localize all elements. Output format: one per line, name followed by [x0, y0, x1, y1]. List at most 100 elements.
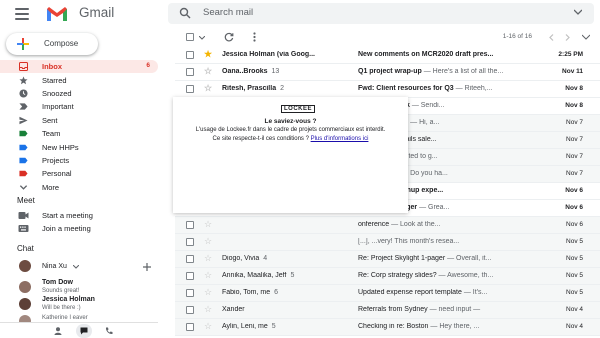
- more-options-icon[interactable]: [253, 32, 256, 42]
- email-sender: Oana..Brooks 13: [222, 68, 342, 75]
- star-icon[interactable]: ☆: [204, 237, 212, 246]
- unread-count: 6: [146, 62, 150, 69]
- lockee-notice-popup: LOCKEE Le saviez-vous ? L'usage de Locke…: [173, 97, 408, 213]
- inbox-icon: [19, 62, 28, 71]
- thread-count: 13: [271, 68, 280, 75]
- chat-title: Chat: [17, 244, 34, 253]
- input-tools-icon[interactable]: [582, 34, 590, 40]
- label-icon: [19, 130, 28, 137]
- email-row[interactable]: ☆ Diogo, Vivia 4 Re: Project Skylight 1-pag…: [175, 251, 600, 268]
- sidebar-item-personal[interactable]: Personal: [0, 167, 158, 180]
- search-input[interactable]: Search mail: [203, 7, 253, 18]
- email-row[interactable]: ☆ Annika, Maalika, Jeff 5 Re: Corp strategy…: [175, 268, 600, 285]
- compose-button[interactable]: Compose: [6, 33, 98, 55]
- thread-count: 2: [280, 85, 284, 92]
- add-chat-icon[interactable]: [143, 263, 151, 271]
- sidebar-item-new-hhps[interactable]: New HHPs: [0, 141, 158, 154]
- chat-contact-status: Sounds great!: [42, 288, 80, 294]
- chevron-down-icon[interactable]: [73, 265, 79, 269]
- star-icon[interactable]: ☆: [204, 322, 212, 331]
- email-row[interactable]: ☆ Fabio, Tom, me 6 Updated expense report t…: [175, 285, 600, 302]
- sidebar-item-inbox[interactable]: Inbox 6: [0, 60, 158, 73]
- chat-bubble-icon[interactable]: [76, 324, 92, 338]
- person-icon[interactable]: [54, 327, 62, 335]
- email-checkbox[interactable]: [186, 51, 194, 59]
- pagination-count: 1-16 of 16: [502, 33, 532, 40]
- star-icon: [19, 76, 28, 85]
- chevron-left-icon[interactable]: [549, 34, 554, 41]
- chevron-down-icon[interactable]: [199, 36, 205, 40]
- email-row[interactable]: ☆ [...], ...very! This month's resea... No…: [175, 234, 600, 251]
- mail-toolbar: 1-16 of 16: [168, 28, 600, 46]
- sidebar-item-starred[interactable]: Starred: [0, 74, 158, 87]
- start-meeting-item[interactable]: Start a meeting: [0, 209, 158, 222]
- refresh-icon[interactable]: [224, 32, 234, 42]
- chat-contact[interactable]: Jessica Holman Will be there :): [0, 296, 158, 314]
- label-icon: [19, 157, 28, 164]
- email-checkbox[interactable]: [186, 68, 194, 76]
- email-checkbox[interactable]: [186, 272, 194, 280]
- email-row[interactable]: ☆ Aylin, Leni, me 5 Checking in re: Boston …: [175, 319, 600, 336]
- star-icon[interactable]: ☆: [204, 67, 212, 76]
- chevron-right-icon[interactable]: [565, 34, 570, 41]
- search-icon[interactable]: [179, 7, 191, 19]
- sidebar-item-important[interactable]: Important: [0, 100, 158, 113]
- email-checkbox[interactable]: [186, 323, 194, 331]
- email-row[interactable]: ☆ Oana..Brooks 13 Q1 project wrap-up — Here…: [175, 64, 600, 81]
- video-icon: [18, 212, 29, 219]
- star-icon[interactable]: ☆: [204, 254, 212, 263]
- star-icon[interactable]: ☆: [204, 288, 212, 297]
- popup-message: L'usage de Lockee.fr dans le cadre de pr…: [195, 127, 386, 133]
- star-icon[interactable]: ☆: [204, 84, 212, 93]
- chat-contact-status: Katherine I eaver: [42, 315, 88, 321]
- email-row[interactable]: ☆ Xander Referrals from Sydney — need inpu…: [175, 302, 600, 319]
- sidebar-item-sent[interactable]: Sent: [0, 114, 158, 127]
- email-date: Nov 6: [565, 187, 583, 194]
- sidebar-item-team[interactable]: Team: [0, 127, 158, 140]
- sidebar-item-more[interactable]: More: [0, 181, 158, 194]
- email-row[interactable]: ★ Jessica Holman (via Goog... New comments…: [175, 47, 600, 64]
- avatar: [19, 298, 31, 310]
- search-options-icon[interactable]: [574, 9, 582, 15]
- star-icon[interactable]: ☆: [204, 220, 212, 229]
- email-subject-line: Referrals from Sydney — need input —: [358, 306, 556, 313]
- chevron-down-icon: [19, 185, 28, 190]
- star-icon[interactable]: ★: [204, 50, 212, 59]
- label-icon: [19, 144, 28, 151]
- join-meeting-item[interactable]: Join a meeting: [0, 222, 158, 235]
- phone-icon[interactable]: [105, 327, 113, 335]
- lockee-logo: LOCKEE: [281, 105, 316, 113]
- email-date: Nov 6: [565, 204, 583, 211]
- chat-contact[interactable]: Katherine I eaver: [0, 313, 158, 322]
- email-checkbox[interactable]: [186, 221, 194, 229]
- email-row[interactable]: ☆ onference — Look at the... Nov 6: [175, 217, 600, 234]
- chat-self[interactable]: Nina Xu: [0, 259, 158, 275]
- sidebar-item-snoozed[interactable]: Snoozed: [0, 87, 158, 100]
- email-sender: Jessica Holman (via Goog...: [222, 51, 342, 58]
- email-checkbox[interactable]: [186, 238, 194, 246]
- email-checkbox[interactable]: [186, 85, 194, 93]
- email-row[interactable]: ☆ Ritesh, Prascilla 2 Fwd: Client resources…: [175, 81, 600, 98]
- email-date: Nov 8: [565, 85, 583, 92]
- popup-question-text: Ce site respecte-t-il ces conditions ?: [212, 136, 311, 142]
- email-subject: Updated expense report template: [358, 289, 462, 296]
- email-date: Nov 7: [566, 136, 583, 143]
- chat-contact[interactable]: Tom Dow Sounds great!: [0, 279, 158, 297]
- email-checkbox[interactable]: [186, 289, 194, 297]
- email-date: Nov 6: [566, 221, 583, 228]
- email-checkbox[interactable]: [186, 255, 194, 263]
- search-bar[interactable]: Search mail: [168, 3, 594, 24]
- select-all-checkbox[interactable]: [186, 33, 194, 41]
- more-info-link[interactable]: Plus d'informations ici: [311, 136, 369, 142]
- email-date: Nov 5: [566, 272, 583, 279]
- send-icon: [19, 116, 28, 125]
- sidebar-item-projects[interactable]: Projects: [0, 154, 158, 167]
- email-snippet: — Look at the...: [389, 221, 441, 228]
- main-menu-icon[interactable]: [15, 8, 29, 20]
- email-snippet: — Awesome, th...: [436, 272, 494, 279]
- email-subject-line: Updated expense report template — It's..…: [358, 289, 556, 296]
- star-icon[interactable]: ☆: [204, 271, 212, 280]
- star-icon[interactable]: ☆: [204, 305, 212, 314]
- popup-title: Le saviez-vous ?: [264, 118, 317, 125]
- email-checkbox[interactable]: [186, 306, 194, 314]
